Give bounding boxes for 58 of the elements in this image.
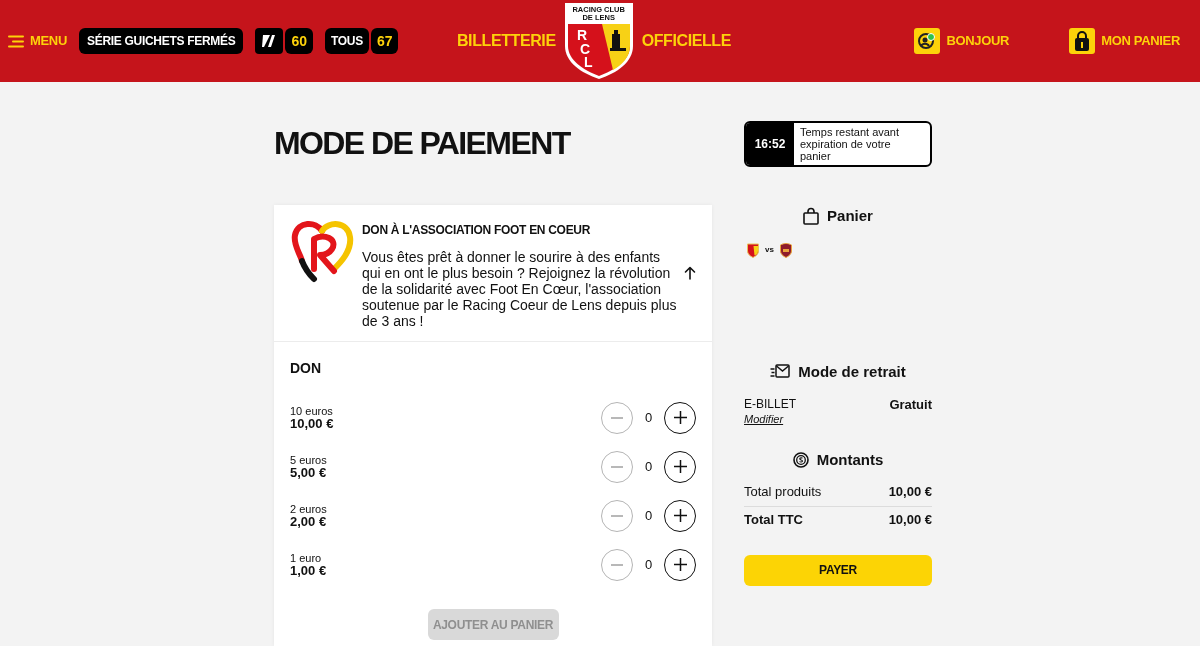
amount-value: 10,00 € — [888, 482, 932, 501]
counter-label: TOUS — [324, 28, 369, 54]
versus-text: vs — [765, 244, 774, 256]
donation-price: 10,00 € — [290, 416, 334, 431]
menu-icon — [8, 34, 24, 48]
page-title: MODE DE PAIEMENT — [274, 124, 572, 162]
quantity-value: 0 — [643, 457, 654, 476]
header-title: BILLETTERIE — [456, 31, 556, 51]
header-title: OFFICIELLE — [641, 31, 732, 51]
delivery-method: E-BILLET — [744, 397, 797, 412]
donation-description: Vous êtes prêt à donner le sourire à des enfants qui en ont le plus besoin ? Rejoignez la révolution de la solidarité avec Foot En Cœur, l'association soutenue par le Racing Coeur de Lens depuis plus de 3 ans ! — [362, 249, 678, 329]
donation-title: DON À L'ASSOCIATION FOOT EN COEUR — [362, 221, 592, 239]
donation-price: 5,00 € — [290, 465, 327, 480]
envelope-icon — [770, 364, 791, 380]
shopping-bag-icon — [803, 207, 820, 226]
section-title: Montants — [816, 450, 884, 470]
minus-icon — [611, 514, 623, 517]
plus-icon — [673, 411, 687, 424]
donation-label: 2 euros — [290, 502, 327, 515]
shield-icon — [779, 242, 792, 258]
coin-icon — [792, 452, 809, 469]
delivery-price: Gratuit — [889, 397, 932, 412]
shield-icon — [747, 242, 759, 258]
section-title: Panier — [827, 206, 873, 226]
amount-value: 10,00 € — [888, 511, 932, 530]
pay-button[interactable]: PAYER — [744, 554, 932, 586]
minus-icon — [611, 465, 623, 468]
donation-price: 2,00 € — [290, 514, 327, 529]
timer-text: Temps restant avant expiration de votre panier — [799, 125, 901, 164]
donation-label: 5 euros — [290, 453, 327, 466]
plus-icon — [673, 558, 687, 571]
section-title: DON — [290, 359, 323, 378]
minus-icon — [611, 563, 623, 566]
donation-label: 10 euros — [290, 404, 334, 417]
plus-icon — [673, 460, 687, 473]
account-button[interactable]: BONJOUR — [914, 28, 1010, 54]
timer-value: 16:52 — [746, 123, 794, 165]
padlock-icon — [1069, 28, 1096, 54]
counter-value: 60 — [285, 28, 313, 54]
menu-button[interactable]: MENU — [8, 31, 67, 51]
amount-label: Total TTC — [744, 511, 803, 530]
cart-button[interactable]: MON PANIER — [1069, 28, 1180, 54]
quantity-value: 0 — [643, 408, 654, 427]
donation-price: 1,00 € — [290, 563, 327, 578]
donation-label: 1 euro — [290, 551, 323, 564]
section-title: Mode de retrait — [798, 361, 906, 382]
counter-value: 67 — [370, 28, 399, 54]
modify-link[interactable]: Modifier — [744, 412, 797, 427]
series-badge: SÉRIE GUICHETS FERMÉS — [79, 28, 244, 54]
user-avatar-icon — [914, 28, 941, 54]
quantity-value: 0 — [643, 555, 654, 574]
crest-initials: RCL — [576, 27, 593, 70]
arrow-up-icon[interactable] — [684, 266, 696, 280]
amount-label: Total produits — [744, 482, 822, 501]
minus-icon — [611, 416, 623, 419]
league-logo-icon — [255, 28, 284, 54]
quantity-value: 0 — [643, 506, 654, 525]
plus-icon — [673, 509, 687, 522]
